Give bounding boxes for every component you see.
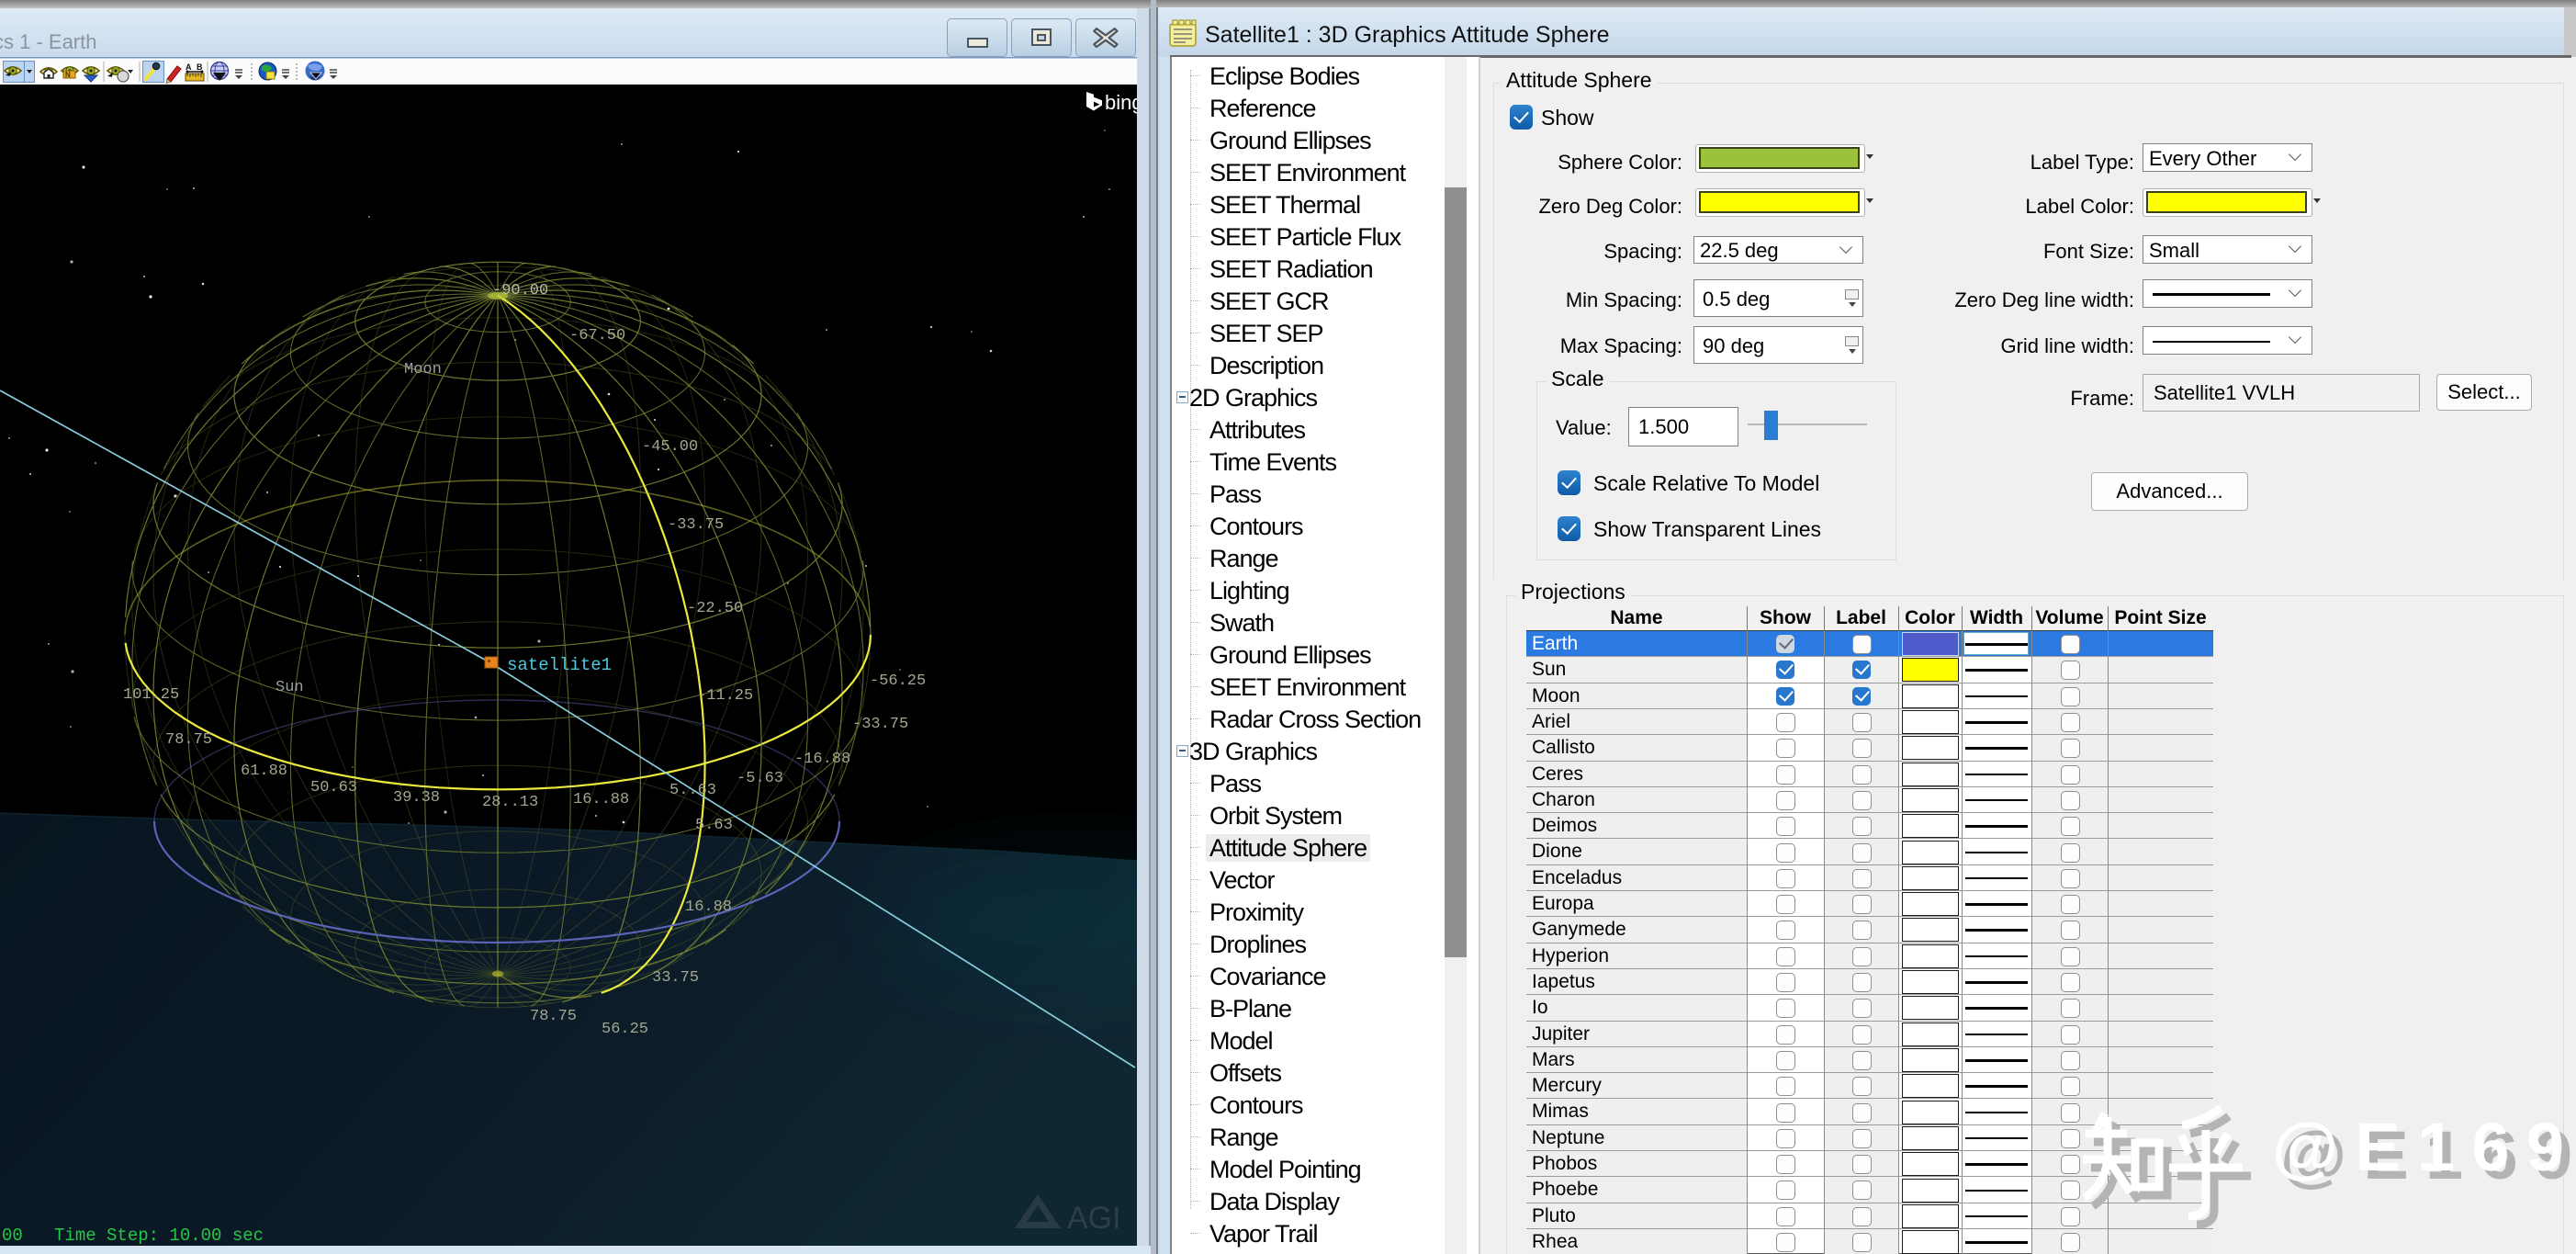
svg-text:@E169: @E169 — [2272, 1109, 2564, 1185]
